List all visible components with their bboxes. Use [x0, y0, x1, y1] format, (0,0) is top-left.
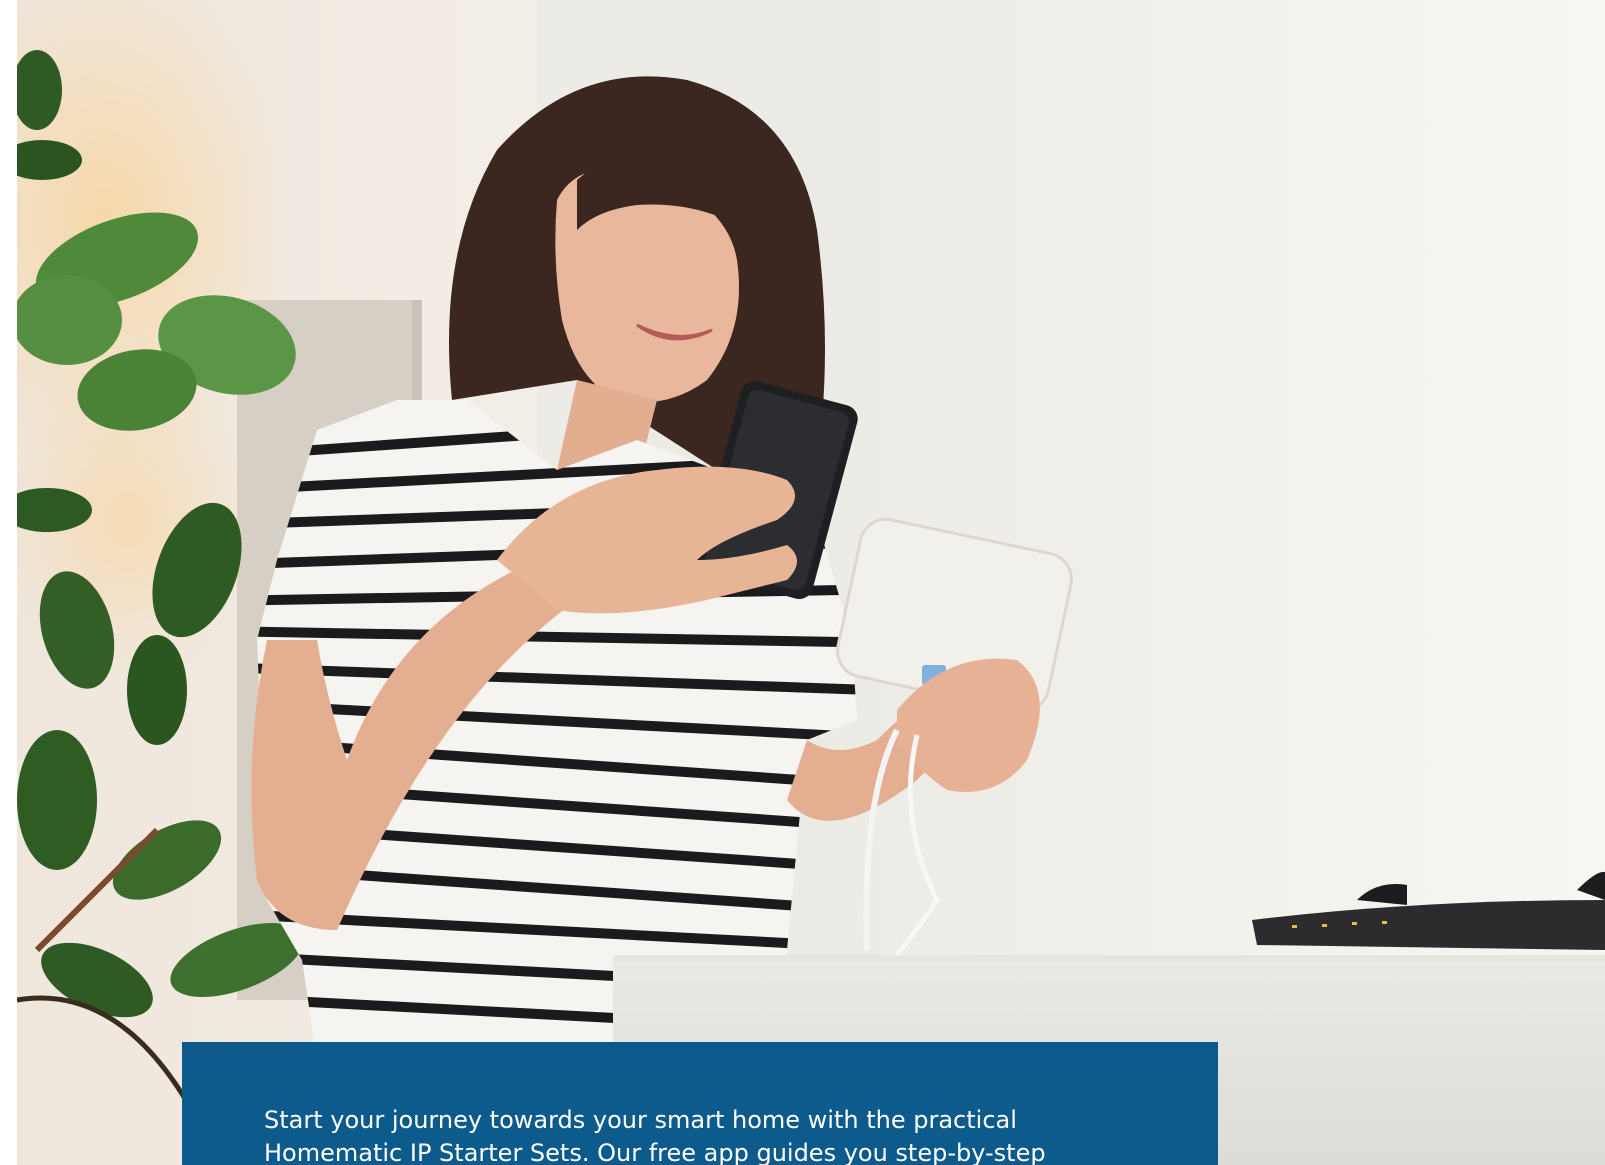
- caption-line-2: Homematic IP Starter Sets. Our free app …: [264, 1139, 1046, 1165]
- caption-line-1: Start your journey towards your smart ho…: [264, 1106, 1017, 1134]
- caption-panel: Start your journey towards your smart ho…: [182, 1042, 1218, 1165]
- hero-photo: [17, 0, 1605, 1165]
- caption-text: Start your journey towards your smart ho…: [264, 1104, 1144, 1165]
- hero-photo-illustration: [17, 0, 1605, 1165]
- left-margin: [0, 0, 17, 1165]
